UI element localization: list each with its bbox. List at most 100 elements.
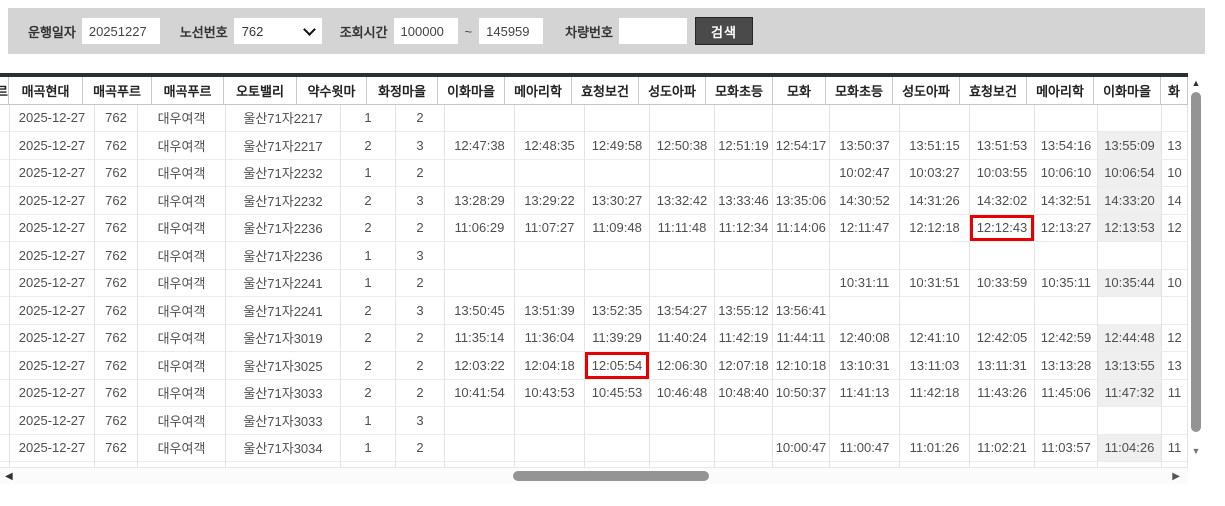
table-cell xyxy=(1098,105,1162,133)
table-cell: 12:41:10 xyxy=(900,325,970,353)
search-button[interactable]: 검색 xyxy=(695,17,753,45)
table-cell: 대우여객 xyxy=(138,215,226,243)
scroll-up-icon[interactable]: ▲ xyxy=(1189,77,1203,89)
vertical-scrollbar-thumb[interactable] xyxy=(1191,92,1201,432)
table-cell: 14:33:20 xyxy=(1098,187,1162,215)
table-cell xyxy=(1035,105,1098,133)
table-cell: 13:28:29 xyxy=(445,187,515,215)
operation-date-input[interactable] xyxy=(82,18,160,44)
chevron-down-icon xyxy=(303,23,316,36)
table-cell: 13:11:03 xyxy=(900,352,970,380)
table-cell xyxy=(715,242,773,270)
table-cell: 12:47:38 xyxy=(445,132,515,160)
table-cell xyxy=(650,435,715,463)
table-cell xyxy=(900,297,970,325)
vertical-scrollbar[interactable]: ▲ ▼ xyxy=(1189,77,1203,457)
operation-date-label: 운행일자 xyxy=(28,22,76,41)
table-cell xyxy=(900,242,970,270)
table-cell: 2025-12-27 xyxy=(10,105,95,133)
bus-operation-query-page: 운행일자 노선번호 762 조회시간 ~ 차량번호 검색 르매곡현대매곡푸르매곡… xyxy=(0,0,1225,506)
table-cell xyxy=(650,242,715,270)
table-cell xyxy=(715,270,773,298)
scroll-down-icon[interactable]: ▼ xyxy=(1189,445,1203,457)
table-cell xyxy=(715,160,773,188)
table-cell: 울산71자2236 xyxy=(226,242,341,270)
column-header: 이화마을 xyxy=(1094,77,1161,104)
table-cell: 2 xyxy=(396,215,445,243)
table-cell xyxy=(585,435,650,463)
table-row: 2025-12-27762대우여객울산71자22411210:31:1110:3… xyxy=(0,270,1188,298)
scroll-right-icon[interactable]: ▶ xyxy=(1172,470,1180,483)
table-cell: 대우여객 xyxy=(138,352,226,380)
table-cell: 13:30:27 xyxy=(585,187,650,215)
table-cell xyxy=(515,435,585,463)
query-time-to-input[interactable] xyxy=(479,18,543,44)
table-cell: 14:30:52 xyxy=(830,187,900,215)
table-cell: 11:42:19 xyxy=(715,325,773,353)
column-header: 메아리학 xyxy=(1027,77,1094,104)
table-cell: 762 xyxy=(95,132,138,160)
table-cell: 12:12:18 xyxy=(900,215,970,243)
table-cell xyxy=(650,105,715,133)
table-cell: 10:06:54 xyxy=(1098,160,1162,188)
column-header: 화정마을 xyxy=(367,77,438,104)
table-cell: 2 xyxy=(396,325,445,353)
table-cell xyxy=(715,435,773,463)
table-cell: 762 xyxy=(95,105,138,133)
table-row: 2025-12-27762대우여객울산71자30332210:41:5410:4… xyxy=(0,380,1188,408)
table-cell xyxy=(515,160,585,188)
table-cell: 2 xyxy=(341,187,396,215)
table-cell xyxy=(970,297,1035,325)
column-header: 모화초등 xyxy=(826,77,893,104)
table-cell: 2025-12-27 xyxy=(10,435,95,463)
horizontal-scrollbar-thumb[interactable] xyxy=(513,471,709,481)
route-number-select[interactable]: 762 xyxy=(234,18,322,44)
table-cell: 1 xyxy=(341,407,396,435)
table-cell xyxy=(0,270,10,298)
table-cell: 2 xyxy=(341,215,396,243)
table-cell: 10:48:40 xyxy=(715,380,773,408)
table-cell: 울산71자2232 xyxy=(226,187,341,215)
table-cell xyxy=(773,105,830,133)
vehicle-number-input[interactable] xyxy=(619,18,687,44)
query-time-from-input[interactable] xyxy=(394,18,458,44)
table-cell xyxy=(650,407,715,435)
horizontal-scrollbar[interactable]: ◀ ▶ xyxy=(0,467,1188,484)
table-cell: 10:35:44 xyxy=(1098,270,1162,298)
table-cell: 10 xyxy=(1162,160,1188,188)
column-header: 오토밸리 xyxy=(224,77,297,104)
table-cell xyxy=(1035,242,1098,270)
table-cell xyxy=(1162,407,1188,435)
column-header: 매곡푸르 xyxy=(152,77,224,104)
table-cell xyxy=(970,407,1035,435)
table-cell xyxy=(650,160,715,188)
table-row: 2025-12-27762대우여객울산71자223613 xyxy=(0,242,1188,270)
table-cell xyxy=(715,407,773,435)
scroll-left-icon[interactable]: ◀ xyxy=(5,470,13,483)
table-cell: 2025-12-27 xyxy=(10,132,95,160)
table-cell: 762 xyxy=(95,242,138,270)
table-cell xyxy=(0,435,10,463)
table-cell: 12:40:08 xyxy=(830,325,900,353)
table-cell: 14:31:26 xyxy=(900,187,970,215)
column-header: 성도아파 xyxy=(639,77,706,104)
table-cell xyxy=(773,270,830,298)
table-cell: 12:05:54 xyxy=(585,352,650,380)
column-header: 이화마을 xyxy=(438,77,505,104)
table-cell xyxy=(585,270,650,298)
table-cell: 13:50:37 xyxy=(830,132,900,160)
table-cell: 3 xyxy=(396,297,445,325)
table-cell: 3 xyxy=(396,132,445,160)
table-cell: 2 xyxy=(396,380,445,408)
table-cell xyxy=(445,242,515,270)
table-row: 2025-12-27762대우여객울산71자303313 xyxy=(0,407,1188,435)
table-cell: 11:14:06 xyxy=(773,215,830,243)
table-cell: 2 xyxy=(396,270,445,298)
table-cell: 11:01:26 xyxy=(900,435,970,463)
table-cell: 11:47:32 xyxy=(1098,380,1162,408)
table-cell: 13:54:16 xyxy=(1035,132,1098,160)
table-cell: 12:13:27 xyxy=(1035,215,1098,243)
column-header: 화 xyxy=(1161,77,1188,104)
table-cell: 대우여객 xyxy=(138,187,226,215)
table-cell: 12:06:30 xyxy=(650,352,715,380)
